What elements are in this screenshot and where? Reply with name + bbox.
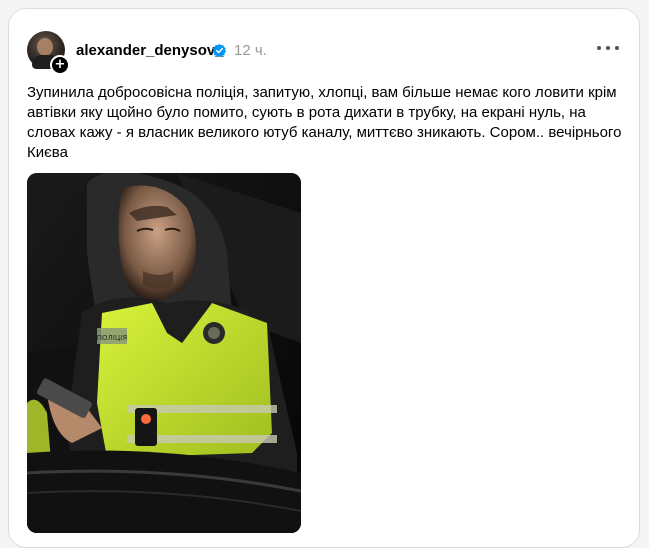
avatar[interactable]: +: [27, 31, 70, 75]
verified-badge-icon: [212, 43, 227, 58]
photo-illustration: ПОЛІЦІЯ: [27, 173, 301, 533]
more-dot: [597, 46, 601, 50]
username[interactable]: alexander_denysov_: [76, 42, 224, 59]
more-options-button[interactable]: [597, 40, 619, 56]
avatar-face: [37, 38, 53, 56]
post-card: + alexander_denysov_ 12 ч. Зупинила добр…: [8, 8, 640, 548]
timestamp: 12 ч.: [234, 42, 267, 59]
vest-label: ПОЛІЦІЯ: [97, 334, 128, 342]
follow-plus-icon[interactable]: +: [50, 55, 70, 75]
post-photo[interactable]: ПОЛІЦІЯ: [27, 173, 301, 533]
more-dot: [606, 46, 610, 50]
more-dot: [615, 46, 619, 50]
post-text: Зупинила добросовісна поліція, запитую, …: [27, 84, 622, 161]
